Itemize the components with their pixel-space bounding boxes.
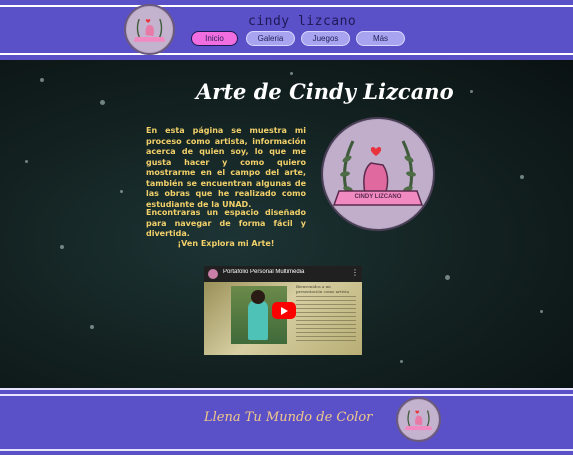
star-dot (540, 310, 543, 313)
nav-inicio[interactable]: Inicio (191, 31, 238, 46)
star-dot (100, 100, 105, 105)
star-dot (25, 160, 28, 163)
star-dot (90, 325, 94, 329)
nav-galeria[interactable]: Galeria (246, 31, 295, 46)
video-title: Portafolio Personal Multimedia (223, 269, 305, 275)
footer-logo-icon (396, 397, 441, 442)
footer-slogan: Llena Tu Mundo de Color (204, 410, 373, 425)
explore-cta: ¡Ven Explora mi Arte! (177, 239, 275, 248)
document-text-lines (296, 296, 356, 344)
star-dot (400, 360, 403, 363)
page-title: Arte de Cindy Lizcano (196, 79, 454, 104)
nav-mas[interactable]: Más (356, 31, 405, 46)
star-dot (470, 90, 473, 93)
intro-paragraph: En esta página se muestra mi proceso com… (146, 126, 306, 209)
video-menu-icon[interactable]: ⋮ (351, 268, 359, 277)
star-dot (60, 245, 64, 249)
cindy-lizcano-logo-icon (126, 6, 173, 53)
site-logo-icon[interactable] (124, 4, 175, 55)
footer-divider-bottom (0, 449, 573, 451)
play-triangle-icon (281, 306, 288, 315)
header-divider-bottom (0, 53, 573, 55)
artist-figure (248, 300, 268, 340)
artist-hair (251, 290, 265, 304)
heart-hand-icon (324, 120, 432, 228)
document-heading: Bienvenidos a mi presentación como artis… (296, 284, 349, 294)
footer-divider-top (0, 388, 573, 390)
header-divider-top (0, 5, 573, 7)
star-dot (120, 190, 123, 193)
star-dot (445, 275, 450, 280)
badge-text: CINDY LIZCANO (354, 194, 402, 200)
star-dot (520, 175, 524, 179)
emblem-image (321, 117, 435, 231)
cindy-lizcano-logo-icon (398, 399, 439, 440)
play-button-icon[interactable] (272, 302, 296, 319)
navigation-paragraph: Encontraras un espacio diseñado para nav… (146, 208, 306, 238)
nav-juegos[interactable]: Juegos (301, 31, 350, 46)
channel-avatar (208, 269, 218, 279)
header-bar (0, 0, 573, 60)
video-player[interactable]: Portafolio Personal Multimedia ⋮ Bienven… (204, 266, 362, 355)
site-title: cindy lizcano (248, 14, 357, 29)
footer-divider-second (0, 394, 573, 396)
star-dot (290, 72, 293, 75)
star-dot (40, 78, 44, 82)
